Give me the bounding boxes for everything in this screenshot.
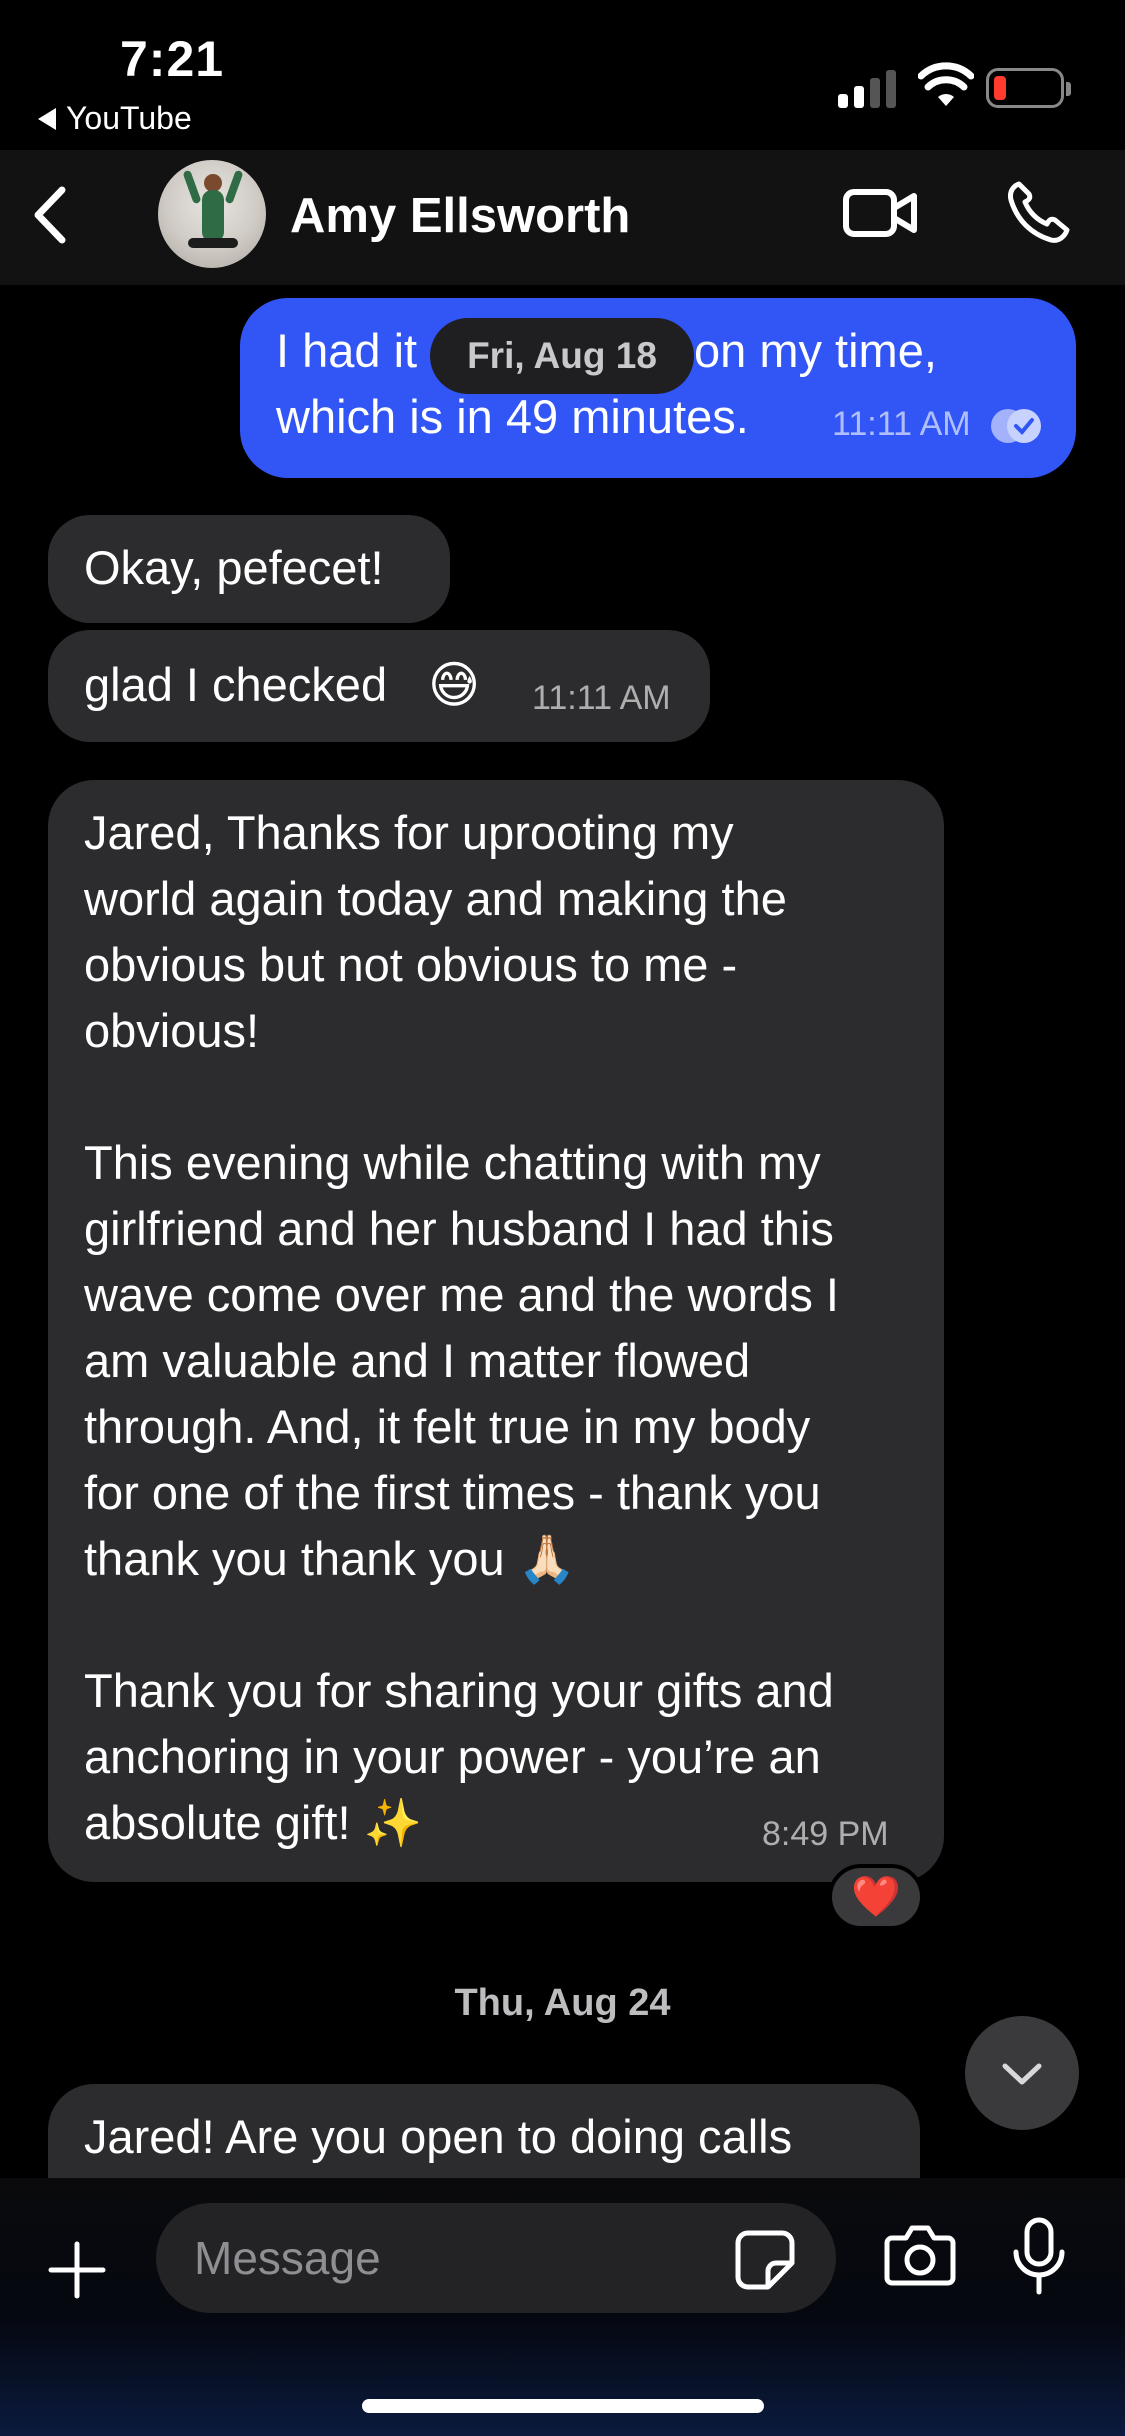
- message-composer: [0, 2178, 1125, 2436]
- message-line: [84, 1064, 924, 1130]
- chat-header: Amy Ellsworth: [0, 150, 1125, 285]
- status-time: 7:21: [120, 31, 225, 87]
- message-text: glad I checked: [84, 658, 388, 711]
- message-timestamp: 8:49 PM: [762, 1815, 889, 1853]
- sticker-icon[interactable]: [734, 2229, 796, 2291]
- message-text: on my time,: [694, 324, 937, 377]
- back-triangle-icon: [38, 107, 56, 130]
- wifi-icon: [918, 62, 974, 106]
- incoming-message[interactable]: glad I checked 😅 11:11 AM: [48, 630, 710, 742]
- heart-reaction-badge[interactable]: ❤️: [828, 1864, 924, 1930]
- floating-date-pill: Fri, Aug 18: [430, 318, 694, 394]
- message-line: obvious!: [84, 1004, 260, 1057]
- incoming-message[interactable]: Okay, pefecet!: [48, 515, 450, 623]
- scroll-to-bottom-button[interactable]: [965, 2016, 1079, 2130]
- message-text: I had it: [276, 324, 418, 377]
- chevron-down-icon: [1002, 2063, 1042, 2085]
- message-line: obvious but not obvious to me -: [84, 938, 738, 991]
- incoming-message[interactable]: Jared, Thanks for uprooting my world agai…: [48, 780, 944, 1882]
- message-line: for one of the first times - thank you: [84, 1466, 821, 1519]
- cellular-signal-icon: [838, 68, 896, 108]
- message-body: Jared, Thanks for uprooting my world agai…: [84, 800, 924, 1856]
- message-line: am valuable and I matter flowed: [84, 1334, 751, 1387]
- message-text: Jared! Are you open to doing calls: [84, 2110, 793, 2163]
- chevron-left-icon[interactable]: [18, 180, 88, 250]
- message-input[interactable]: [194, 2203, 674, 2313]
- contact-avatar[interactable]: [158, 160, 266, 268]
- message-line: anchoring in your power - you’re an: [84, 1730, 821, 1783]
- microphone-icon[interactable]: [1010, 2216, 1068, 2296]
- message-line: Thank you for sharing your gifts and: [84, 1664, 834, 1717]
- read-receipt-icon: [991, 409, 1041, 443]
- message-line: thank you thank you 🙏🏻: [84, 1532, 577, 1585]
- phone-icon[interactable]: [1005, 178, 1071, 244]
- home-indicator[interactable]: [362, 2399, 764, 2413]
- contact-name[interactable]: Amy Ellsworth: [290, 188, 630, 244]
- message-timestamp: 11:11 AM: [832, 405, 971, 443]
- message-field[interactable]: [156, 2203, 836, 2313]
- message-line: [84, 1592, 924, 1658]
- message-line: world again today and making the: [84, 872, 787, 925]
- battery-icon: [986, 68, 1071, 108]
- message-line: through. And, it felt true in my body: [84, 1400, 811, 1453]
- heart-reaction-icon: ❤️: [851, 1875, 901, 1919]
- camera-icon[interactable]: [884, 2222, 956, 2288]
- message-line: girlfriend and her husband I had this: [84, 1202, 834, 1255]
- message-timestamp: 11:11 AM: [532, 679, 671, 717]
- sweat-smile-emoji: 😅: [428, 657, 481, 713]
- date-separator: Thu, Aug 24: [454, 1982, 671, 2024]
- message-text: Okay, pefecet!: [84, 541, 384, 594]
- status-bar: 7:21 YouTube: [0, 0, 1125, 140]
- message-line: wave come over me and the words I: [84, 1268, 839, 1321]
- video-camera-icon[interactable]: [842, 182, 918, 244]
- message-line: This evening while chatting with my: [84, 1136, 821, 1189]
- message-line: Jared, Thanks for uprooting my: [84, 806, 734, 859]
- add-attachment-icon[interactable]: [45, 2238, 109, 2302]
- back-app-label: YouTube: [66, 100, 192, 136]
- back-to-app-link[interactable]: YouTube: [38, 100, 192, 137]
